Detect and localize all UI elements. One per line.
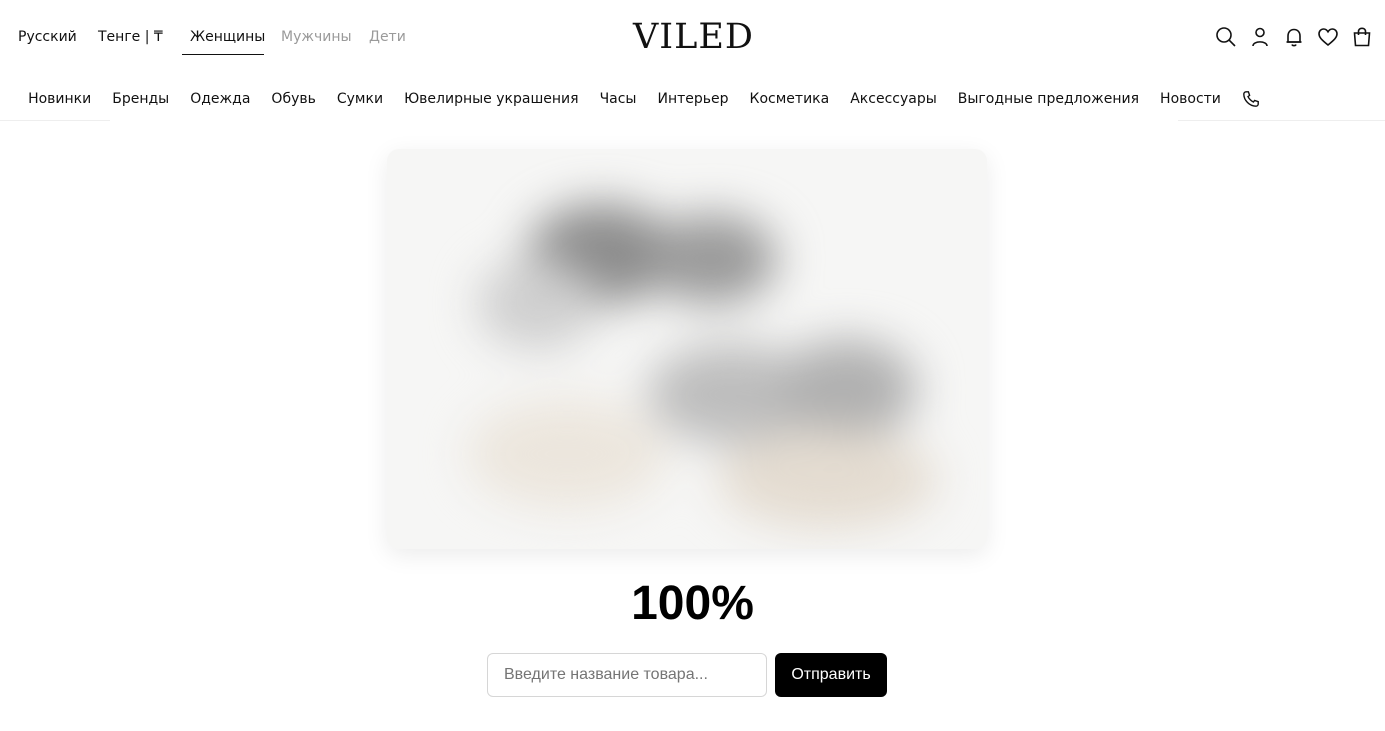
- blurred-shape: [477, 259, 597, 349]
- active-tab-underline: [182, 54, 264, 55]
- nav-item-accessories[interactable]: Аксессуары: [850, 91, 937, 107]
- product-search-form: Отправить: [487, 653, 887, 697]
- nav-item-new[interactable]: Новинки: [28, 91, 91, 107]
- product-name-input[interactable]: [487, 653, 767, 697]
- nav-item-clothing[interactable]: Одежда: [190, 91, 250, 107]
- blurred-shape: [467, 399, 667, 509]
- category-nav: Новинки Бренды Одежда Обувь Сумки Ювелир…: [0, 76, 1385, 121]
- progress-percentage: 100%: [631, 577, 754, 630]
- currency-selector[interactable]: Тенге | ₸: [98, 29, 163, 45]
- gender-tab-kids[interactable]: Дети: [369, 29, 406, 45]
- blurred-shape: [717, 429, 937, 529]
- heart-icon[interactable]: [1317, 26, 1339, 48]
- gender-tab-women[interactable]: Женщины: [190, 29, 265, 45]
- nav-item-shoes[interactable]: Обувь: [271, 91, 315, 107]
- blurred-shape: [777, 339, 917, 439]
- blurred-image-content: [387, 149, 987, 549]
- nav-item-watches[interactable]: Часы: [600, 91, 637, 107]
- search-icon[interactable]: [1215, 26, 1237, 48]
- phone-icon[interactable]: [1242, 90, 1260, 108]
- nav-item-interior[interactable]: Интерьер: [658, 91, 729, 107]
- submit-button[interactable]: Отправить: [775, 653, 887, 697]
- bell-icon[interactable]: [1283, 26, 1305, 48]
- site-logo[interactable]: VILED: [633, 17, 754, 57]
- blurred-shape: [647, 214, 777, 304]
- nav-item-cosmetics[interactable]: Косметика: [750, 91, 830, 107]
- nav-item-bags[interactable]: Сумки: [337, 91, 383, 107]
- user-icon[interactable]: [1249, 26, 1271, 48]
- nav-item-news[interactable]: Новости: [1160, 91, 1221, 107]
- nav-item-brands[interactable]: Бренды: [112, 91, 169, 107]
- blurred-product-image: [387, 149, 987, 549]
- bag-icon[interactable]: [1351, 26, 1373, 48]
- category-nav-list: Новинки Бренды Одежда Обувь Сумки Ювелир…: [28, 76, 1259, 121]
- top-header: Русский Тенге | ₸ Женщины Мужчины Дети V…: [0, 0, 1385, 76]
- gender-tab-men[interactable]: Мужчины: [281, 29, 352, 45]
- nav-item-deals[interactable]: Выгодные предложения: [958, 91, 1139, 107]
- nav-item-jewelry[interactable]: Ювелирные украшения: [404, 91, 579, 107]
- language-selector[interactable]: Русский: [18, 29, 77, 45]
